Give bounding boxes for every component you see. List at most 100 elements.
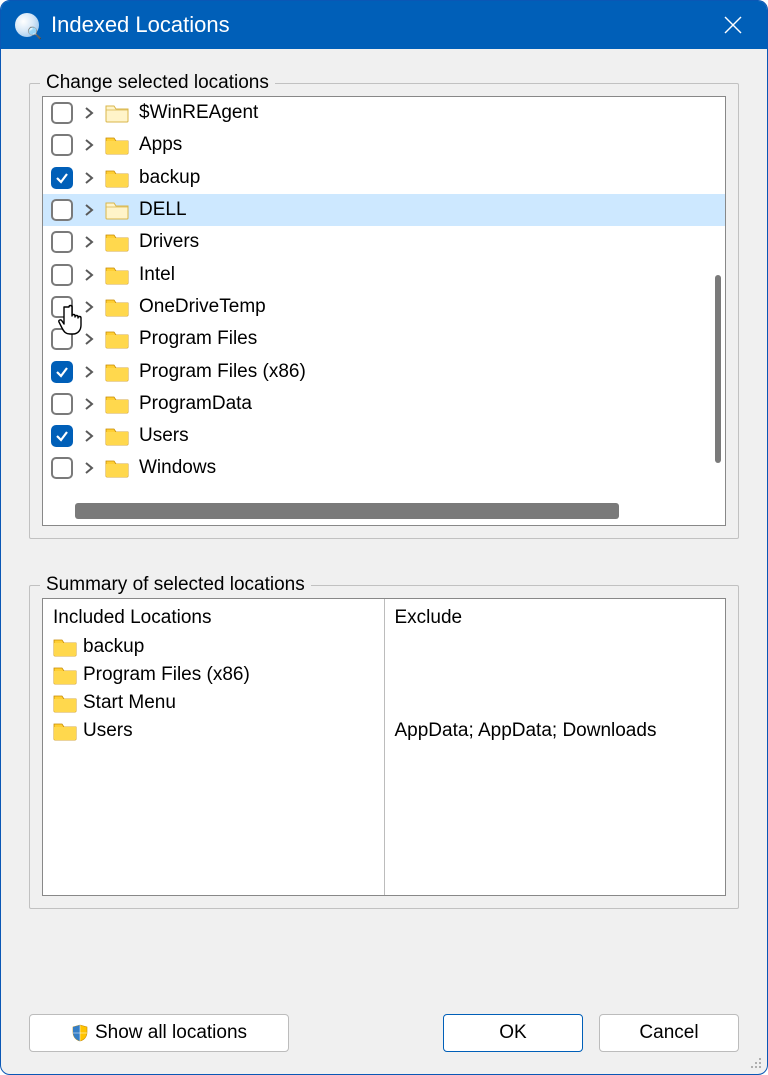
summary-row[interactable]: Start Menu	[53, 689, 374, 717]
exclude-header: Exclude	[395, 607, 716, 629]
titlebar[interactable]: Indexed Locations	[1, 1, 767, 49]
shield-icon	[71, 1024, 89, 1042]
tree-item-label: backup	[139, 167, 200, 189]
location-checkbox[interactable]	[51, 361, 73, 383]
resize-grip[interactable]	[747, 1054, 763, 1070]
chevron-right-icon[interactable]	[79, 458, 99, 478]
show-all-locations-button[interactable]: Show all locations	[29, 1014, 289, 1052]
folder-icon	[105, 232, 129, 252]
summary-exclude-value: AppData; AppData; Downloads	[395, 720, 657, 742]
horizontal-scrollbar-thumb[interactable]	[75, 503, 619, 519]
folder-icon	[105, 200, 129, 220]
location-checkbox[interactable]	[51, 102, 73, 124]
location-checkbox[interactable]	[51, 264, 73, 286]
summary-name: backup	[83, 636, 144, 658]
folder-icon	[105, 297, 129, 317]
tree-item-label: $WinREAgent	[139, 102, 258, 124]
chevron-right-icon[interactable]	[79, 329, 99, 349]
tree-item-label: Drivers	[139, 231, 199, 253]
folder-icon	[53, 693, 77, 713]
tree-row[interactable]: Program Files	[43, 323, 725, 355]
folder-icon	[105, 265, 129, 285]
locations-tree[interactable]: $WinREAgent Apps backup DELL Drivers Int…	[43, 97, 725, 495]
chevron-right-icon[interactable]	[79, 168, 99, 188]
chevron-right-icon[interactable]	[79, 135, 99, 155]
locations-tree-container: $WinREAgent Apps backup DELL Drivers Int…	[42, 96, 726, 526]
tree-row[interactable]: Program Files (x86)	[43, 355, 725, 387]
location-checkbox[interactable]	[51, 328, 73, 350]
included-header: Included Locations	[53, 607, 374, 629]
tree-item-label: Users	[139, 425, 189, 447]
tree-row[interactable]: ProgramData	[43, 388, 725, 420]
chevron-right-icon[interactable]	[79, 394, 99, 414]
chevron-right-icon[interactable]	[79, 200, 99, 220]
dialog-title: Indexed Locations	[51, 12, 713, 38]
app-icon	[15, 13, 39, 37]
summary-group: Summary of selected locations Included L…	[29, 585, 739, 909]
folder-icon	[105, 168, 129, 188]
tree-row[interactable]: Apps	[43, 129, 725, 161]
location-checkbox[interactable]	[51, 231, 73, 253]
change-locations-label: Change selected locations	[40, 72, 275, 94]
chevron-right-icon[interactable]	[79, 265, 99, 285]
location-checkbox[interactable]	[51, 134, 73, 156]
vertical-scrollbar-thumb[interactable]	[715, 275, 721, 463]
tree-item-label: Program Files	[139, 328, 257, 350]
tree-item-label: Intel	[139, 264, 175, 286]
location-checkbox[interactable]	[51, 167, 73, 189]
summary-exclude-row[interactable]: AppData; AppData; Downloads	[395, 717, 716, 745]
tree-row[interactable]: backup	[43, 162, 725, 194]
summary-exclude-row[interactable]	[395, 689, 716, 717]
tree-item-label: Apps	[139, 134, 182, 156]
tree-row[interactable]: Windows	[43, 452, 725, 484]
horizontal-scrollbar-track[interactable]	[47, 503, 711, 519]
tree-row[interactable]: $WinREAgent	[43, 97, 725, 129]
folder-icon	[105, 362, 129, 382]
included-column: Included Locations backup Program Files …	[43, 599, 385, 895]
dialog-buttons: Show all locations OK Cancel	[1, 1014, 767, 1074]
ok-label: OK	[499, 1022, 526, 1044]
summary-label: Summary of selected locations	[40, 574, 311, 596]
summary-exclude-row[interactable]	[395, 661, 716, 689]
location-checkbox[interactable]	[51, 296, 73, 318]
indexed-locations-dialog: Indexed Locations Change selected locati…	[0, 0, 768, 1075]
chevron-right-icon[interactable]	[79, 297, 99, 317]
change-locations-group: Change selected locations $WinREAgent Ap…	[29, 83, 739, 539]
chevron-right-icon[interactable]	[79, 362, 99, 382]
location-checkbox[interactable]	[51, 457, 73, 479]
location-checkbox[interactable]	[51, 393, 73, 415]
summary-row[interactable]: Users	[53, 717, 374, 745]
location-checkbox[interactable]	[51, 425, 73, 447]
summary-table: Included Locations backup Program Files …	[42, 598, 726, 896]
tree-row[interactable]: DELL	[43, 194, 725, 226]
tree-item-label: Windows	[139, 457, 216, 479]
summary-name: Users	[83, 720, 133, 742]
ok-button[interactable]: OK	[443, 1014, 583, 1052]
folder-icon	[105, 458, 129, 478]
close-icon	[724, 16, 742, 34]
summary-name: Start Menu	[83, 692, 176, 714]
cancel-button[interactable]: Cancel	[599, 1014, 739, 1052]
tree-row[interactable]: OneDriveTemp	[43, 291, 725, 323]
location-checkbox[interactable]	[51, 199, 73, 221]
chevron-right-icon[interactable]	[79, 426, 99, 446]
folder-icon	[105, 103, 129, 123]
tree-row[interactable]: Drivers	[43, 226, 725, 258]
folder-icon	[105, 329, 129, 349]
chevron-right-icon[interactable]	[79, 232, 99, 252]
folder-icon	[53, 665, 77, 685]
exclude-column: Exclude AppData; AppData; Downloads	[385, 599, 726, 895]
tree-row[interactable]: Users	[43, 420, 725, 452]
close-button[interactable]	[713, 5, 753, 45]
summary-row[interactable]: backup	[53, 633, 374, 661]
folder-icon	[53, 721, 77, 741]
tree-item-label: OneDriveTemp	[139, 296, 266, 318]
summary-row[interactable]: Program Files (x86)	[53, 661, 374, 689]
summary-exclude-row[interactable]	[395, 633, 716, 661]
tree-item-label: ProgramData	[139, 393, 252, 415]
tree-row[interactable]: Intel	[43, 258, 725, 290]
folder-icon	[105, 394, 129, 414]
summary-name: Program Files (x86)	[83, 664, 250, 686]
chevron-right-icon[interactable]	[79, 103, 99, 123]
tree-item-label: DELL	[139, 199, 187, 221]
